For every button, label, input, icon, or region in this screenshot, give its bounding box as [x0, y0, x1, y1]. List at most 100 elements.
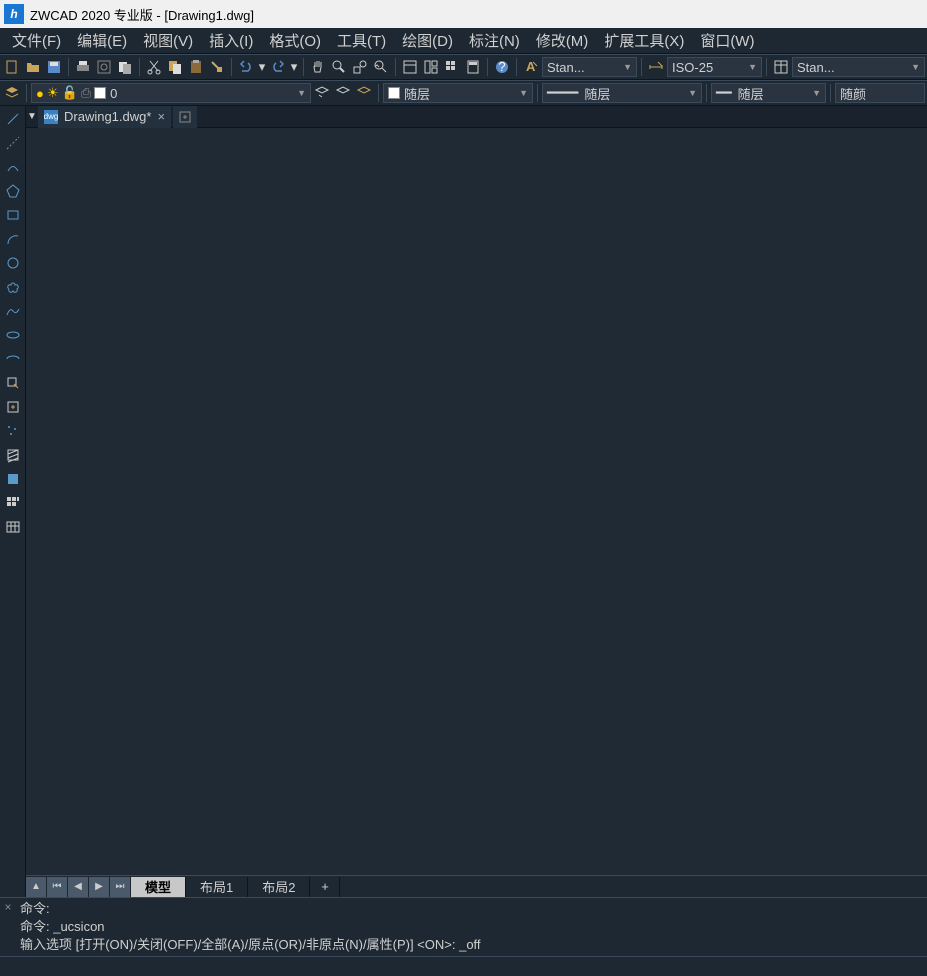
drawing-canvas[interactable]: [26, 128, 927, 875]
menu-ext[interactable]: 扩展工具(X): [596, 28, 692, 53]
dwg-icon: dwg: [44, 110, 58, 124]
publish-icon[interactable]: [115, 57, 135, 77]
help-icon[interactable]: ?: [492, 57, 512, 77]
layer-color-swatch: [94, 87, 106, 99]
undo-icon[interactable]: [236, 57, 256, 77]
properties-icon[interactable]: [400, 57, 420, 77]
cut-icon[interactable]: [144, 57, 164, 77]
zoom-prev-icon[interactable]: [371, 57, 391, 77]
tab-add-layout[interactable]: +: [310, 877, 340, 897]
save-icon[interactable]: [44, 57, 64, 77]
menu-edit[interactable]: 编辑(E): [69, 28, 135, 53]
menu-dim[interactable]: 标注(N): [461, 28, 528, 53]
redo-icon[interactable]: [268, 57, 288, 77]
tab-layout2[interactable]: 布局2: [248, 877, 310, 897]
construction-line-icon[interactable]: [2, 132, 24, 154]
arc-icon[interactable]: [2, 228, 24, 250]
layer-name: 0: [110, 86, 117, 101]
menu-tools[interactable]: 工具(T): [329, 28, 394, 53]
color-dropdown[interactable]: 随层▼: [383, 83, 533, 103]
menu-insert[interactable]: 插入(I): [201, 28, 261, 53]
title-bar: h ZWCAD 2020 专业版 - [Drawing1.dwg]: [0, 0, 927, 28]
text-style-icon[interactable]: A: [521, 57, 541, 77]
layer-iso-icon[interactable]: [354, 83, 374, 103]
text-style-dropdown[interactable]: Stan...▼: [542, 57, 637, 77]
tabs-last-icon[interactable]: ⏭: [110, 877, 130, 897]
file-tab[interactable]: dwg Drawing1.dwg* ×: [38, 106, 171, 128]
table-style-dropdown[interactable]: Stan...▼: [792, 57, 925, 77]
tabs-prev-icon[interactable]: ◀: [68, 877, 88, 897]
menu-window[interactable]: 窗口(W): [692, 28, 762, 53]
make-block-icon[interactable]: [2, 396, 24, 418]
svg-text:A: A: [526, 59, 536, 74]
window-title: ZWCAD 2020 专业版 - [Drawing1.dwg]: [30, 5, 254, 24]
layout-tabs: ▲ ⏮ ◀ ▶ ⏭ 模型 布局1 布局2 +: [26, 875, 927, 897]
design-center-icon[interactable]: [421, 57, 441, 77]
tabs-minimize-icon[interactable]: ▲: [26, 877, 46, 897]
calc-icon[interactable]: [463, 57, 483, 77]
layer-dropdown[interactable]: ● ☀ 🔓 ⎙ 0 ▼: [31, 83, 311, 103]
gradient-icon[interactable]: [2, 468, 24, 490]
insert-block-icon[interactable]: [2, 372, 24, 394]
hatch-icon[interactable]: [2, 444, 24, 466]
plotstyle-dropdown[interactable]: 随颜: [835, 83, 925, 103]
menu-format[interactable]: 格式(O): [261, 28, 329, 53]
ellipse-icon[interactable]: [2, 324, 24, 346]
layer-manager-icon[interactable]: [2, 83, 22, 103]
menu-file[interactable]: 文件(F): [4, 28, 69, 53]
lineweight-dropdown[interactable]: ━━ 随层▼: [711, 83, 826, 103]
tabs-chevron-icon[interactable]: ▼: [26, 111, 38, 122]
linetype-dropdown[interactable]: ━━━━ 随层▼: [542, 83, 702, 103]
close-tab-icon[interactable]: ×: [157, 109, 165, 124]
layer-state-icon[interactable]: [333, 83, 353, 103]
zoom-window-icon[interactable]: [350, 57, 370, 77]
tab-model[interactable]: 模型: [131, 877, 186, 897]
command-history: × 命令: 命令: _ucsicon 输入选项 [打开(ON)/关闭(OFF)/…: [0, 897, 927, 956]
menu-bar: 文件(F) 编辑(E) 视图(V) 插入(I) 格式(O) 工具(T) 绘图(D…: [0, 28, 927, 54]
redo-dropdown[interactable]: ▾: [289, 57, 299, 77]
new-icon[interactable]: [2, 57, 22, 77]
line-icon[interactable]: [2, 108, 24, 130]
region-icon[interactable]: [2, 492, 24, 514]
rectangle-icon[interactable]: [2, 204, 24, 226]
polygon-icon[interactable]: [2, 180, 24, 202]
circle-icon[interactable]: [2, 252, 24, 274]
table-style-icon[interactable]: [771, 57, 791, 77]
print-icon[interactable]: [73, 57, 93, 77]
match-icon[interactable]: [207, 57, 227, 77]
draw-toolbar: [0, 106, 26, 897]
close-cmd-icon[interactable]: ×: [0, 898, 16, 956]
ellipse-arc-icon[interactable]: [2, 348, 24, 370]
layer-prev-icon[interactable]: [312, 83, 332, 103]
open-icon[interactable]: [23, 57, 43, 77]
spline-icon[interactable]: [2, 300, 24, 322]
svg-text:?: ?: [498, 59, 505, 74]
preview-icon[interactable]: [94, 57, 114, 77]
menu-modify[interactable]: 修改(M): [528, 28, 597, 53]
pan-icon[interactable]: [308, 57, 328, 77]
copy-icon[interactable]: [165, 57, 185, 77]
layer-on-icon: ●: [36, 86, 44, 101]
command-input[interactable]: [0, 956, 927, 976]
point-icon[interactable]: [2, 420, 24, 442]
menu-view[interactable]: 视图(V): [135, 28, 201, 53]
file-tab-label: Drawing1.dwg*: [64, 109, 151, 124]
toolbar-layers: ● ☀ 🔓 ⎙ 0 ▼ 随层▼ ━━━━ 随层▼ ━━ 随层▼ 随颜: [0, 80, 927, 106]
tabs-next-icon[interactable]: ▶: [89, 877, 109, 897]
revcloud-icon[interactable]: [2, 276, 24, 298]
table-icon[interactable]: [2, 516, 24, 538]
tab-layout1[interactable]: 布局1: [186, 877, 248, 897]
color-swatch: [388, 87, 400, 99]
cmd-line: 输入选项 [打开(ON)/关闭(OFF)/全部(A)/原点(OR)/非原点(N)…: [20, 936, 923, 954]
undo-dropdown[interactable]: ▾: [257, 57, 267, 77]
tabs-first-icon[interactable]: ⏮: [47, 877, 67, 897]
add-tab-button[interactable]: [173, 106, 197, 128]
paste-icon[interactable]: [186, 57, 206, 77]
tool-palette-icon[interactable]: [442, 57, 462, 77]
dim-style-icon[interactable]: [646, 57, 666, 77]
dim-style-dropdown[interactable]: ISO-25▼: [667, 57, 762, 77]
menu-draw[interactable]: 绘图(D): [394, 28, 461, 53]
layer-plot-icon: ⎙: [81, 85, 91, 101]
polyline-icon[interactable]: [2, 156, 24, 178]
zoom-icon[interactable]: [329, 57, 349, 77]
